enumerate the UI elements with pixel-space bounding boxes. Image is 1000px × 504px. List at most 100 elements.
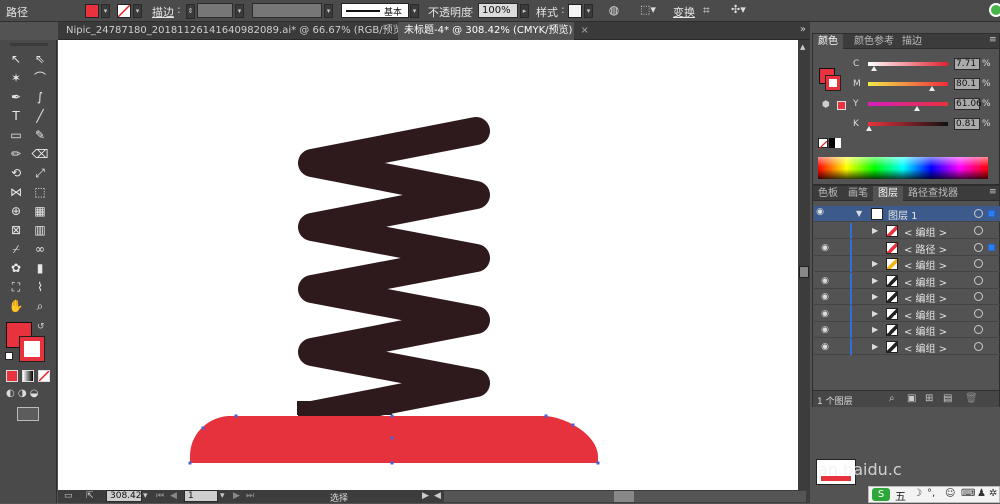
ime-emoji-icon[interactable]: ☺ bbox=[945, 488, 955, 499]
swap-fill-stroke-icon[interactable]: ↺ bbox=[37, 322, 45, 332]
hscroll-left-icon[interactable]: ◀ bbox=[434, 491, 441, 501]
rectangle-tool-icon[interactable]: ▭ bbox=[6, 126, 26, 144]
default-colors-icon[interactable] bbox=[5, 352, 13, 360]
channel-slider-k[interactable] bbox=[868, 122, 948, 126]
magic-wand-tool-icon[interactable]: ✶ bbox=[6, 69, 26, 87]
channel-value-c[interactable]: 7.71 bbox=[954, 58, 980, 70]
channel-slider-thumb[interactable] bbox=[871, 66, 878, 71]
target-circle-icon[interactable] bbox=[974, 242, 983, 252]
tab-nipic-document[interactable]: Nipic_24787180_20181126141640982089.ai* … bbox=[60, 22, 423, 40]
out-of-gamut-icon[interactable]: ⬢ bbox=[822, 100, 830, 110]
zoom-dropdown-icon[interactable]: ▾ bbox=[143, 491, 148, 501]
stroke-label[interactable]: 描边 bbox=[152, 4, 174, 20]
channel-slider-thumb[interactable] bbox=[865, 126, 872, 131]
layer-row[interactable]: ◉ ▶ < 编组 > bbox=[814, 272, 1000, 289]
visibility-eye-icon[interactable] bbox=[819, 225, 831, 237]
pencil-tool-icon[interactable]: ✏ bbox=[6, 145, 26, 163]
tabs-overflow-icon[interactable]: » bbox=[800, 24, 806, 35]
spring-foot[interactable] bbox=[297, 401, 392, 415]
visibility-eye-icon[interactable]: ◉ bbox=[819, 341, 831, 353]
tab-untitled-4[interactable]: 未标题-4* @ 308.42% (CMYK/预览) × bbox=[398, 22, 589, 40]
anchor-point[interactable] bbox=[201, 426, 205, 430]
selection-square-icon[interactable] bbox=[988, 243, 995, 251]
expand-triangle-icon[interactable]: ▶ bbox=[872, 276, 878, 285]
anchor-point[interactable] bbox=[390, 461, 394, 465]
channel-slider-thumb[interactable] bbox=[929, 86, 936, 91]
target-circle-icon[interactable] bbox=[974, 275, 983, 285]
layer-row-layer-1[interactable]: ◉ ▼ 图层 1 bbox=[814, 206, 1000, 222]
color-mode-icon[interactable] bbox=[6, 370, 18, 382]
brush-dropdown[interactable]: ▾ bbox=[410, 4, 419, 18]
stroke-weight-field[interactable] bbox=[197, 3, 233, 18]
target-circle-icon[interactable] bbox=[974, 341, 983, 351]
eyedropper-tool-icon[interactable]: ⌿ bbox=[6, 240, 26, 258]
visibility-eye-icon[interactable]: ◉ bbox=[814, 206, 826, 218]
target-circle-icon[interactable] bbox=[974, 226, 983, 235]
visibility-eye-icon[interactable]: ◉ bbox=[819, 308, 831, 320]
artboard-tool-icon[interactable]: ⛶ bbox=[6, 278, 26, 296]
hscroll-thumb[interactable] bbox=[614, 491, 634, 502]
selection-square-icon[interactable] bbox=[988, 210, 995, 217]
pen-tool-icon[interactable]: ✒ bbox=[6, 88, 26, 106]
locate-object-icon[interactable]: ⌕ bbox=[889, 393, 895, 404]
eraser-tool-icon[interactable]: ⌫ bbox=[30, 145, 50, 163]
layer-row[interactable]: ◉ ▶ < 编组 > bbox=[814, 305, 1000, 322]
target-circle-icon[interactable] bbox=[974, 308, 983, 318]
visibility-eye-icon[interactable]: ◉ bbox=[819, 324, 831, 336]
anchor-point[interactable] bbox=[188, 461, 192, 465]
expand-triangle-icon[interactable]: ▶ bbox=[872, 309, 878, 318]
layer-row[interactable]: ◉ ▶ < 编组 > bbox=[814, 322, 1000, 338]
gradient-tool-icon[interactable]: ▥ bbox=[30, 221, 50, 239]
none-swatch[interactable] bbox=[818, 138, 828, 150]
stroke-weight-stepper[interactable]: ⇕ bbox=[186, 4, 195, 19]
brush-definition-field[interactable]: 基本 bbox=[341, 3, 409, 18]
new-layer-icon[interactable]: ▤ bbox=[943, 393, 952, 404]
artboard-dropdown-icon[interactable]: ▾ bbox=[220, 491, 225, 501]
ime-moon-icon[interactable]: ☽ bbox=[913, 488, 922, 499]
white-swatch[interactable] bbox=[835, 138, 841, 148]
fill-dropdown[interactable]: ▾ bbox=[101, 4, 110, 18]
expand-triangle-icon[interactable]: ▶ bbox=[872, 226, 878, 235]
layer-row[interactable]: ◉ < 路径 > bbox=[814, 239, 1000, 256]
visibility-eye-icon[interactable]: ◉ bbox=[819, 275, 831, 287]
layer-row[interactable]: ◉ ▶ < 编组 > bbox=[814, 338, 1000, 355]
lasso-tool-icon[interactable]: ⌒ bbox=[30, 69, 50, 87]
expand-triangle-icon[interactable]: ▶ bbox=[872, 342, 878, 351]
next-artboard-icon[interactable]: ▶ bbox=[233, 491, 240, 501]
fill-swatch[interactable] bbox=[85, 4, 99, 18]
anchor-point[interactable] bbox=[234, 414, 238, 418]
clipping-mask-icon[interactable]: ▣ bbox=[907, 393, 916, 404]
sogou-s-icon[interactable]: S bbox=[872, 488, 890, 501]
ime-punct-icon[interactable]: °, bbox=[927, 488, 935, 499]
tab-stroke[interactable]: 描边 bbox=[897, 34, 927, 49]
layer-row[interactable]: ▶ < 编组 > bbox=[814, 256, 1000, 272]
status-menu-icon[interactable]: ▶ bbox=[422, 491, 429, 501]
expand-triangle-icon[interactable]: ▶ bbox=[872, 259, 878, 268]
ime-settings-icon[interactable]: ✲ bbox=[989, 488, 997, 499]
perspective-grid-tool-icon[interactable]: ▦ bbox=[30, 202, 50, 220]
anchor-point[interactable] bbox=[390, 414, 394, 418]
type-tool-icon[interactable]: T bbox=[6, 107, 26, 125]
slice-tool-icon[interactable]: ⌇ bbox=[30, 278, 50, 296]
tab-color-guide[interactable]: 颜色参考 bbox=[849, 34, 899, 49]
spring-shape[interactable] bbox=[298, 117, 490, 429]
visibility-eye-icon[interactable] bbox=[819, 258, 831, 270]
share-icon[interactable]: ⇱ bbox=[86, 491, 94, 501]
gradient-mode-icon[interactable] bbox=[22, 370, 34, 382]
channel-slider-thumb[interactable] bbox=[913, 106, 920, 111]
panel-menu-icon[interactable]: ≡ bbox=[989, 35, 997, 45]
style-dropdown[interactable]: ▾ bbox=[584, 4, 593, 18]
stroke-swatch[interactable] bbox=[117, 4, 131, 18]
draw-mode-icons[interactable]: ◐ ◑ ◒ bbox=[6, 388, 39, 399]
scroll-thumb[interactable] bbox=[799, 266, 809, 278]
prev-artboard-icon[interactable]: ◀ bbox=[170, 491, 177, 501]
artboard-number-field[interactable]: 1 bbox=[184, 490, 218, 502]
target-circle-icon[interactable] bbox=[974, 292, 983, 301]
scale-tool-icon[interactable]: ⤢ bbox=[30, 164, 50, 182]
opacity-dropdown[interactable]: ▸ bbox=[520, 4, 529, 18]
isolate-icon[interactable]: ⌗ bbox=[703, 3, 719, 19]
tab-brushes[interactable]: 画笔 bbox=[843, 186, 873, 201]
anchor-point[interactable] bbox=[596, 461, 600, 465]
tab-swatches[interactable]: 色板 bbox=[813, 186, 843, 201]
curvature-tool-icon[interactable]: ∫ bbox=[30, 88, 50, 106]
